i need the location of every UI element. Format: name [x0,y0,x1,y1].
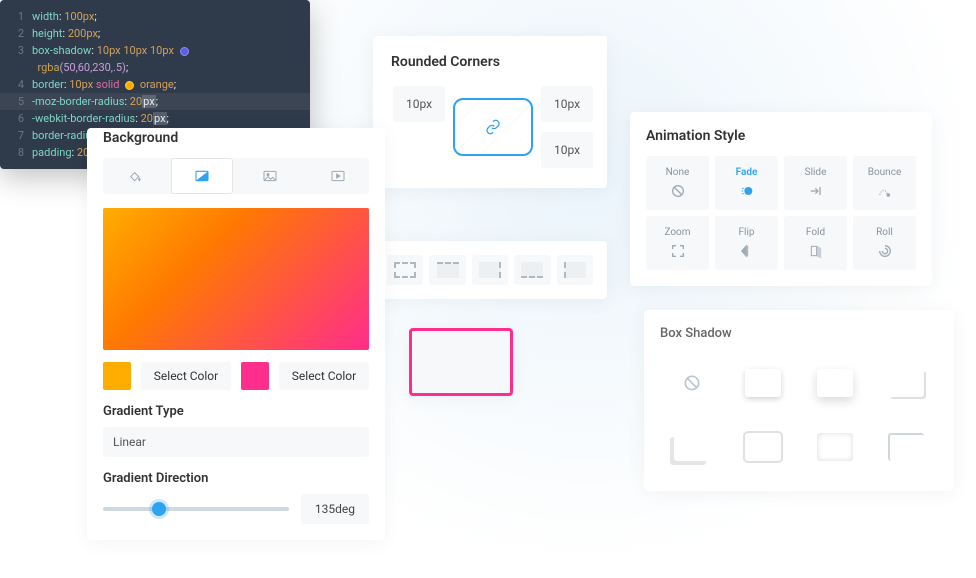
border-preview-box [409,328,513,396]
corner-bottom-right-input[interactable]: 10px [541,132,593,168]
gradient-direction-input[interactable]: 135deg [301,494,369,524]
rounded-corners-title: Rounded Corners [391,54,589,70]
code-line-3: 3box-shadow: 10px 10px 10px [10,42,300,59]
roll-icon [877,242,893,260]
slide-icon [808,182,824,200]
none-icon [670,182,686,200]
paint-bucket-icon [126,168,142,184]
anim-roll-button[interactable]: Roll [853,216,916,270]
gradient-preview [103,208,369,350]
anim-flip-button[interactable]: Flip [715,216,778,270]
anim-flip-label: Flip [738,227,754,238]
select-end-color-button[interactable]: Select Color [279,362,369,390]
corner-top-left-input[interactable]: 10px [393,86,445,122]
corner-bottom-left-input[interactable] [393,132,445,168]
fade-icon [739,182,755,200]
anim-zoom-label: Zoom [664,227,690,238]
background-type-tabs [103,158,369,194]
gradient-type-select[interactable]: Linear [103,427,369,457]
shadow-option-7[interactable] [875,419,939,475]
gradient-start-swatch[interactable] [103,362,131,390]
rounded-corners-panel: Rounded Corners 10px 10px 10px [373,36,607,188]
border-all-button[interactable] [387,255,423,285]
flip-icon [739,242,755,260]
anim-zoom-button[interactable]: Zoom [646,216,709,270]
code-line-6: 6-webkit-border-radius: 20px; [10,110,300,127]
slider-thumb[interactable] [152,502,166,516]
animation-grid: None Fade Slide Bounce Zoom Flip Fold R [646,156,916,270]
color-swatch-dot [125,81,134,90]
color-swatch-dot [180,47,189,56]
none-icon [682,373,702,393]
bg-tab-image[interactable] [239,158,301,194]
anim-fade-label: Fade [736,167,758,178]
video-icon [330,168,346,184]
anim-roll-label: Roll [876,227,893,238]
code-line-1: 1width: 100px; [10,8,300,25]
border-bottom-button[interactable] [514,255,550,285]
link-icon [485,119,501,135]
code-line-4: 4border: 10px solid orange; [10,76,300,93]
gradient-type-label: Gradient Type [103,404,369,419]
code-line-2: 2height: 200px; [10,25,300,42]
gradient-direction-label: Gradient Direction [103,471,369,486]
anim-bounce-label: Bounce [868,167,902,178]
bg-tab-gradient[interactable] [171,158,233,194]
gradient-end-swatch[interactable] [241,362,269,390]
select-start-color-button[interactable]: Select Color [141,362,231,390]
anim-slide-button[interactable]: Slide [784,156,847,210]
shadow-option-6[interactable] [803,419,867,475]
anim-fold-button[interactable]: Fold [784,216,847,270]
border-top-button[interactable] [429,255,465,285]
bg-tab-color[interactable] [103,158,165,194]
anim-slide-label: Slide [805,167,827,178]
animation-style-title: Animation Style [646,128,916,144]
shadow-option-1[interactable] [732,355,796,411]
image-icon [262,168,278,184]
corner-preview-box[interactable] [453,98,533,156]
shadow-option-4[interactable] [660,419,724,475]
anim-none-button[interactable]: None [646,156,709,210]
anim-fade-button[interactable]: Fade [715,156,778,210]
corner-inputs: 10px 10px 10px [391,84,589,170]
box-shadow-panel: Box Shadow [644,310,954,491]
background-panel: Background Select Color Select Color Gra… [87,128,385,540]
background-title: Background [103,128,369,158]
zoom-icon [670,242,686,260]
gradient-direction-slider[interactable] [103,507,289,511]
border-left-button[interactable] [557,255,593,285]
code-line-5: 5-moz-border-radius: 20px; [10,93,300,110]
border-right-button[interactable] [472,255,508,285]
box-shadow-title: Box Shadow [660,326,938,341]
anim-bounce-button[interactable]: Bounce [853,156,916,210]
code-line-3b: rgba(50,60,230,.5); [10,59,300,76]
gradient-icon [194,168,210,184]
shadow-none-button[interactable] [660,355,724,411]
bounce-icon [877,182,893,200]
shadow-option-2[interactable] [803,355,867,411]
fold-icon [808,242,824,260]
gradient-direction-row: 135deg [103,494,369,524]
shadow-options-grid [660,355,938,475]
anim-fold-label: Fold [806,227,825,238]
gradient-color-row: Select Color Select Color [103,362,369,390]
corner-top-right-input[interactable]: 10px [541,86,593,122]
border-side-picker [373,241,607,299]
anim-none-label: None [666,167,690,178]
bg-tab-video[interactable] [307,158,369,194]
shadow-option-3[interactable] [875,355,939,411]
animation-style-panel: Animation Style None Fade Slide Bounce Z… [630,112,932,286]
shadow-option-5[interactable] [732,419,796,475]
